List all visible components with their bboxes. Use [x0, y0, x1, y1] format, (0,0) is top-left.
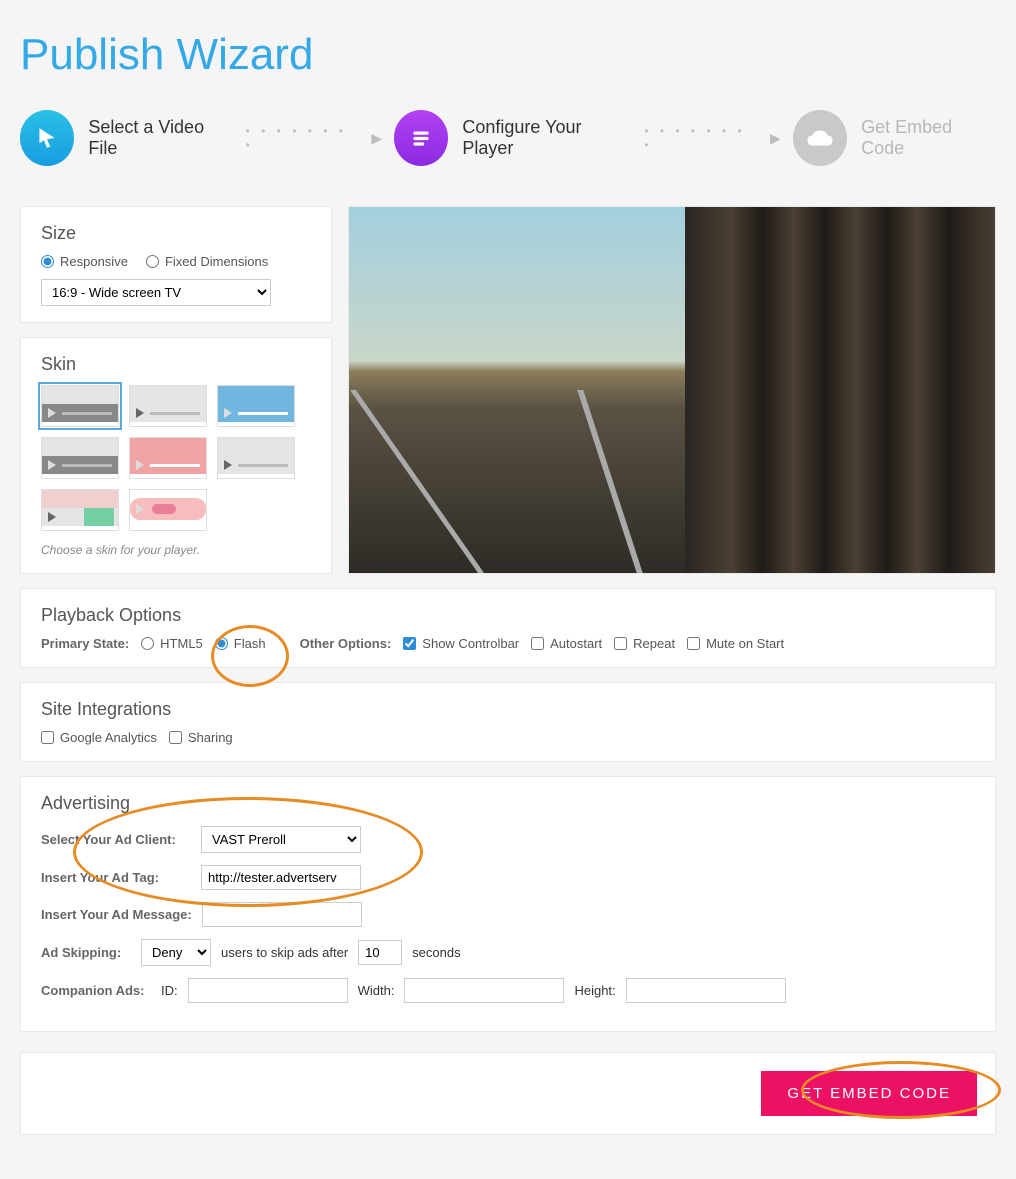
ad-skipping-select[interactable]: Deny [141, 939, 211, 966]
companion-width-label: Width: [358, 983, 395, 998]
skin-hint: Choose a skin for your player. [41, 543, 311, 557]
ad-tag-label: Insert Your Ad Tag: [41, 870, 191, 885]
step-label: Select a Video File [88, 117, 233, 159]
ad-client-label: Select Your Ad Client: [41, 832, 191, 847]
page-title: Publish Wizard [20, 30, 996, 80]
mute-option[interactable]: Mute on Start [687, 636, 784, 651]
list-icon [394, 110, 448, 166]
other-options-label: Other Options: [300, 636, 392, 651]
ad-message-input[interactable] [202, 902, 362, 927]
step-label: Configure Your Player [462, 117, 632, 159]
google-analytics-option[interactable]: Google Analytics [41, 730, 157, 745]
primary-state-label: Primary State: [41, 636, 129, 651]
skin-panel: Skin [20, 337, 332, 574]
video-preview [348, 206, 996, 574]
companion-height-input[interactable] [626, 978, 786, 1003]
skin-heading: Skin [41, 354, 311, 375]
skip-seconds-suffix: seconds [412, 945, 460, 960]
size-panel: Size Responsive Fixed Dimensions 16:9 - … [20, 206, 332, 323]
companion-id-input[interactable] [188, 978, 348, 1003]
html5-radio[interactable] [141, 637, 154, 650]
step-label: Get Embed Code [861, 117, 996, 159]
companion-id-label: ID: [161, 983, 178, 998]
step-get-embed: Get Embed Code [793, 110, 996, 166]
size-fixed-option[interactable]: Fixed Dimensions [146, 254, 268, 269]
site-integrations-panel: Site Integrations Google Analytics Shari… [20, 682, 996, 762]
advertising-heading: Advertising [41, 793, 975, 814]
step-separator: • • • • • • • • [644, 124, 758, 152]
skin-thumb-4[interactable] [41, 437, 119, 479]
sharing-option[interactable]: Sharing [169, 730, 233, 745]
footer-bar: GET EMBED CODE [20, 1052, 996, 1135]
companion-width-input[interactable] [404, 978, 564, 1003]
size-responsive-option[interactable]: Responsive [41, 254, 128, 269]
annotation-circle-flash [211, 625, 289, 687]
companion-height-label: Height: [574, 983, 615, 998]
autostart-option[interactable]: Autostart [531, 636, 602, 651]
playback-heading: Playback Options [41, 605, 975, 626]
primary-html5-option[interactable]: HTML5 [141, 636, 203, 651]
cursor-icon [20, 110, 74, 166]
advertising-panel: Advertising Select Your Ad Client: VAST … [20, 776, 996, 1032]
fixed-radio[interactable] [146, 255, 159, 268]
skip-seconds-input[interactable] [358, 940, 402, 965]
sharing-checkbox[interactable] [169, 731, 182, 744]
repeat-checkbox[interactable] [614, 637, 627, 650]
skin-thumb-5[interactable] [129, 437, 207, 479]
show-controlbar-checkbox[interactable] [403, 637, 416, 650]
responsive-radio[interactable] [41, 255, 54, 268]
skin-thumb-3[interactable] [217, 385, 295, 427]
skin-thumb-8[interactable] [129, 489, 207, 531]
site-heading: Site Integrations [41, 699, 975, 720]
mute-checkbox[interactable] [687, 637, 700, 650]
playback-options-panel: Playback Options Primary State: HTML5 Fl… [20, 588, 996, 668]
step-configure-player[interactable]: Configure Your Player [394, 110, 632, 166]
skin-thumb-2[interactable] [129, 385, 207, 427]
primary-flash-option[interactable]: Flash [215, 636, 266, 651]
aspect-ratio-select[interactable]: 16:9 - Wide screen TV [41, 279, 271, 306]
get-embed-code-button[interactable]: GET EMBED CODE [761, 1071, 977, 1116]
skin-thumb-1[interactable] [41, 385, 119, 427]
autostart-checkbox[interactable] [531, 637, 544, 650]
wizard-steps: Select a Video File • • • • • • • •▶ Con… [20, 110, 996, 166]
ad-client-select[interactable]: VAST Preroll [201, 826, 361, 853]
cloud-icon [793, 110, 847, 166]
skip-mid-text: users to skip ads after [221, 945, 348, 960]
repeat-option[interactable]: Repeat [614, 636, 675, 651]
ad-skipping-label: Ad Skipping: [41, 945, 131, 960]
skin-thumb-7[interactable] [41, 489, 119, 531]
ad-tag-input[interactable] [201, 865, 361, 890]
step-select-file[interactable]: Select a Video File [20, 110, 234, 166]
show-controlbar-option[interactable]: Show Controlbar [403, 636, 519, 651]
ad-message-label: Insert Your Ad Message: [41, 907, 192, 922]
skin-thumb-6[interactable] [217, 437, 295, 479]
companion-ads-label: Companion Ads: [41, 983, 151, 998]
flash-radio[interactable] [215, 637, 228, 650]
step-separator: • • • • • • • • [246, 124, 360, 152]
size-heading: Size [41, 223, 311, 244]
ga-checkbox[interactable] [41, 731, 54, 744]
